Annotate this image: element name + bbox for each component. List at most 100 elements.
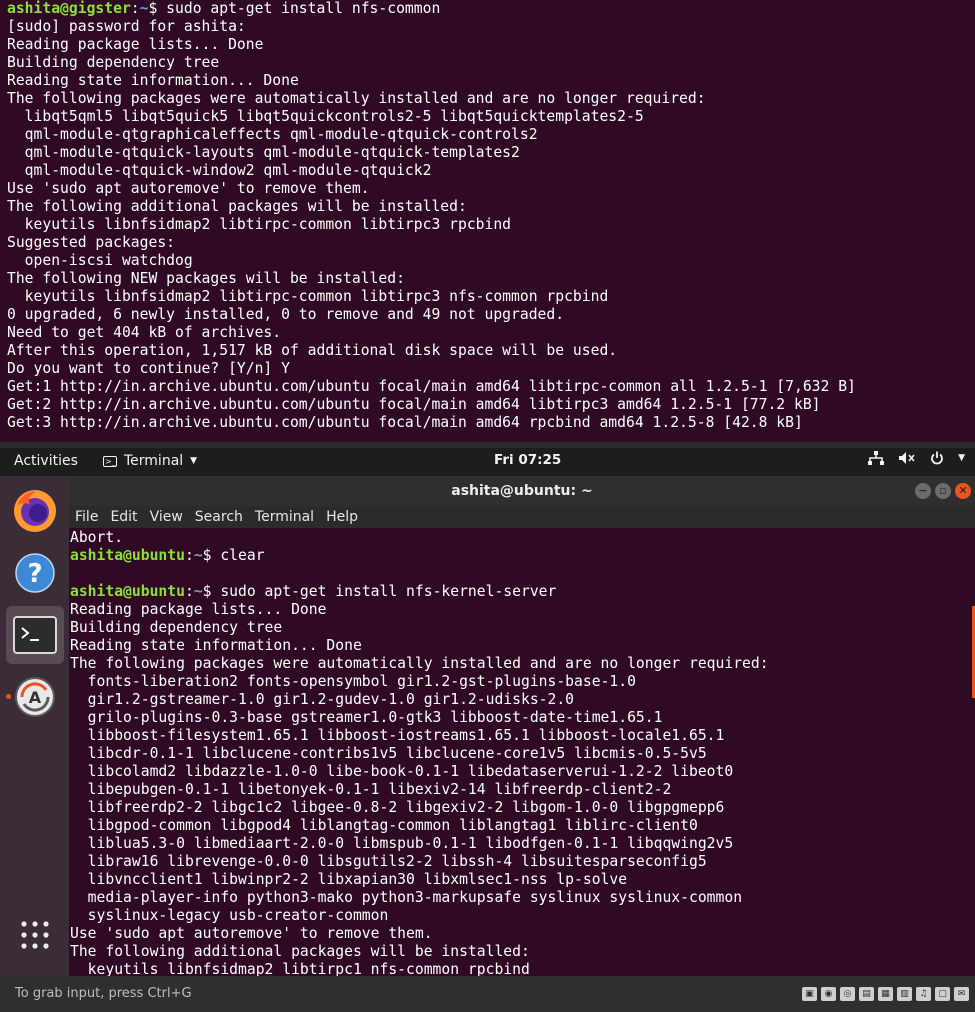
audio-icon[interactable]: ♫	[916, 987, 931, 1001]
terminal-line: fonts-liberation2 fonts-opensymbol gir1.…	[70, 673, 636, 690]
terminal-line: [sudo] password for ashita:	[7, 18, 246, 35]
firefox-icon	[14, 490, 56, 532]
terminal-line: Use 'sudo apt autoremove' to remove them…	[70, 925, 433, 942]
terminal-line: grilo-plugins-0.3-base gstreamer1.0-gtk3…	[70, 709, 663, 726]
terminal-line: libgpod-common libgpod4 liblangtag-commo…	[70, 817, 698, 834]
show-apps-icon	[21, 921, 49, 949]
activities-button[interactable]: Activities	[14, 453, 78, 469]
cd-icon[interactable]: ◉	[821, 987, 836, 1001]
prompt-path: ~	[193, 547, 203, 564]
display-disabled-icon[interactable]: ▢	[935, 987, 950, 1001]
host-terminal[interactable]: ashita@gigster:~$ sudo apt-get install n…	[0, 0, 975, 442]
menu-bar: File Edit View Search Terminal Help	[69, 506, 975, 528]
terminal-line: Reading state information... Done	[70, 637, 362, 654]
terminal-line: Get:1 http://in.archive.ubuntu.com/ubunt…	[7, 378, 856, 395]
terminal-line: Use 'sudo apt autoremove' to remove them…	[7, 180, 370, 197]
network-icon	[868, 451, 885, 465]
system-status-area[interactable]: ▼	[868, 451, 965, 465]
message-icon[interactable]: ✉	[954, 987, 969, 1001]
terminal-line: qml-module-qtquick-layouts qml-module-qt…	[7, 144, 520, 161]
terminal-line: libepubgen-0.1-1 libetonyek-0.1-1 libexi…	[70, 781, 672, 798]
prompt-line: ashita@ubuntu:~$ clear	[70, 547, 265, 564]
terminal-line: Building dependency tree	[7, 54, 220, 71]
terminal-output[interactable]: Abort. ashita@ubuntu:~$ clear ashita@ubunt…	[69, 528, 975, 976]
app-menu[interactable]: >_ Terminal ▼	[103, 453, 197, 469]
terminal-line: gir1.2-gstreamer-1.0 gir1.2-gudev-1.0 gi…	[70, 691, 575, 708]
dock-software-updater[interactable]: A	[6, 668, 64, 726]
host-prompt-line: ashita@gigster:~$ sudo apt-get install n…	[7, 0, 441, 17]
terminal-line: Reading package lists... Done	[7, 36, 264, 53]
terminal-line: Reading state information... Done	[7, 72, 299, 89]
terminal-app-icon: >_	[103, 455, 117, 467]
prompt-user: ashita@ubuntu	[70, 547, 185, 564]
network-adapter-icon[interactable]: ▦	[878, 987, 893, 1001]
chevron-down-icon: ▼	[190, 456, 198, 466]
terminal-line: The following NEW packages will be insta…	[7, 270, 405, 287]
window-titlebar[interactable]: ashita@ubuntu: ~ − ▫ ✕	[69, 476, 975, 506]
menu-edit[interactable]: Edit	[110, 506, 137, 528]
cd2-icon[interactable]: ◎	[840, 987, 855, 1001]
terminal-icon	[13, 616, 57, 654]
prompt-command: sudo apt-get install nfs-common	[166, 0, 441, 17]
vm-status-bar: To grab input, press Ctrl+G ▣ ◉ ◎ ▤ ▦ ▥ ♫ ▢ ✉	[0, 976, 975, 1012]
floppy-icon[interactable]: ▤	[859, 987, 874, 1001]
menu-view[interactable]: View	[150, 506, 183, 528]
terminal-line: libfreerdp2-2 libgc1c2 libgee-0.8-2 libg…	[70, 799, 725, 816]
svg-text:?: ?	[27, 559, 42, 589]
terminal-line: libvncclient1 libwinpr2-2 libxapian30 li…	[70, 871, 628, 888]
dock-terminal[interactable]	[6, 606, 64, 664]
minimize-button[interactable]: −	[915, 483, 931, 499]
terminal-line: libboost-filesystem1.65.1 libboost-iostr…	[70, 727, 725, 744]
grab-input-hint: To grab input, press Ctrl+G	[15, 986, 192, 1001]
prompt-path: ~	[193, 583, 203, 600]
terminal-window[interactable]: ashita@ubuntu: ~ − ▫ ✕ File Edit View Se…	[69, 476, 975, 976]
terminal-line: 0 upgraded, 6 newly installed, 0 to remo…	[7, 306, 565, 323]
prompt-user: ashita@ubuntu	[70, 583, 185, 600]
prompt-user: ashita@gigster	[7, 0, 131, 17]
svg-text:A: A	[29, 688, 42, 707]
dock-show-apps[interactable]	[6, 906, 64, 964]
hdd-icon[interactable]: ▣	[802, 987, 817, 1001]
terminal-line: Get:3 http://in.archive.ubuntu.com/ubunt…	[7, 414, 803, 431]
gnome-top-bar: Activities >_ Terminal ▼ Fri 07:25 ▼	[0, 448, 975, 476]
terminal-line: Do you want to continue? [Y/n] Y	[7, 360, 290, 377]
prompt-line: ashita@ubuntu:~$ sudo apt-get install nf…	[70, 583, 557, 600]
terminal-line: libqt5qml5 libqt5quick5 libqt5quickcontr…	[7, 108, 644, 125]
device-icons: ▣ ◉ ◎ ▤ ▦ ▥ ♫ ▢ ✉	[802, 987, 969, 1001]
prompt-command: sudo apt-get install nfs-kernel-server	[220, 583, 557, 600]
virtual-machine-view[interactable]: Activities >_ Terminal ▼ Fri 07:25 ▼ ? A	[0, 442, 975, 1012]
clock[interactable]: Fri 07:25	[494, 452, 561, 468]
terminal-line: Need to get 404 kB of archives.	[7, 324, 282, 341]
terminal-line: keyutils libnfsidmap2 libtirpc-common li…	[7, 216, 512, 233]
menu-terminal[interactable]: Terminal	[255, 506, 314, 528]
dock-firefox[interactable]	[6, 482, 64, 540]
menu-search[interactable]: Search	[195, 506, 243, 528]
terminal-line: keyutils libnfsidmap2 libtirpc-common li…	[7, 288, 609, 305]
printer-icon[interactable]: ▥	[897, 987, 912, 1001]
help-icon: ?	[15, 553, 55, 593]
ubuntu-dock: ? A	[0, 476, 69, 976]
terminal-line: open-iscsi watchdog	[7, 252, 193, 269]
terminal-line: Suggested packages:	[7, 234, 176, 251]
close-button[interactable]: ✕	[955, 483, 971, 499]
dock-help[interactable]: ?	[6, 544, 64, 602]
terminal-line: keyutils libnfsidmap2 libtirpc1 nfs-comm…	[70, 961, 530, 976]
app-menu-label: Terminal	[124, 453, 184, 469]
terminal-line: The following additional packages will b…	[70, 943, 530, 960]
volume-muted-icon	[899, 452, 915, 464]
terminal-line: Abort.	[70, 529, 124, 546]
terminal-line: Get:2 http://in.archive.ubuntu.com/ubunt…	[7, 396, 821, 413]
menu-file[interactable]: File	[75, 506, 98, 528]
maximize-button[interactable]: ▫	[935, 483, 951, 499]
prompt-symbol: $	[202, 583, 212, 600]
terminal-line: libcolamd2 libdazzle-1.0-0 libe-book-0.1…	[70, 763, 734, 780]
terminal-line: The following additional packages will b…	[7, 198, 467, 215]
terminal-line: media-player-info python3-mako python3-m…	[70, 889, 743, 906]
window-title: ashita@ubuntu: ~	[451, 483, 593, 499]
menu-help[interactable]: Help	[326, 506, 358, 528]
prompt-symbol: $	[148, 0, 158, 17]
terminal-line: liblua5.3-0 libmediaart-2.0-0 libmspub-0…	[70, 835, 734, 852]
terminal-line: Building dependency tree	[70, 619, 283, 636]
software-updater-icon: A	[15, 677, 55, 717]
terminal-line: qml-module-qtgraphicaleffects qml-module…	[7, 126, 538, 143]
